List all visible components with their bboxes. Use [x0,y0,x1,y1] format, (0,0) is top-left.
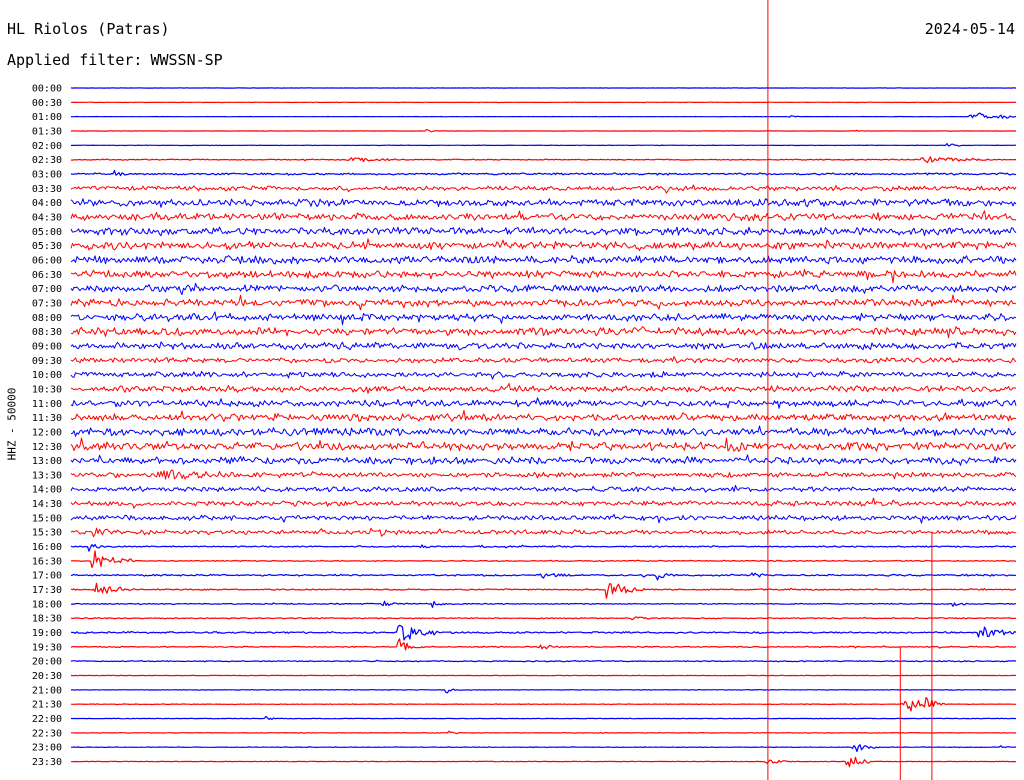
trace-0700 [70,282,1017,296]
time-label: 21:00 [32,685,62,696]
time-label: 13:30 [32,470,62,481]
trace-1830 [70,616,1017,621]
trace-1930 [70,638,1017,651]
time-label: 11:00 [32,399,62,410]
trace-0930 [70,356,1017,364]
time-label: 00:30 [32,98,62,109]
trace-1900 [70,624,1017,641]
trace-2230 [71,730,1017,735]
trace-0200 [71,143,1016,147]
trace-0730 [70,294,1017,311]
time-label: 22:30 [32,728,62,739]
time-label: 15:30 [32,528,62,539]
time-label: 17:00 [32,571,62,582]
time-label: 20:00 [32,657,62,668]
trace-0530 [70,238,1017,251]
time-label: 07:30 [32,298,62,309]
trace-1630 [70,550,1016,569]
time-label: 19:30 [32,642,62,653]
time-label: 04:00 [32,198,62,209]
trace-0900 [70,341,1017,351]
time-label: 04:30 [32,213,62,224]
trace-1400 [70,484,1017,493]
trace-0300 [70,169,1017,177]
time-label: 05:00 [32,227,62,238]
trace-1000 [70,371,1017,380]
trace-2100 [70,688,1016,694]
time-label: 23:00 [32,743,62,754]
trace-2300 [70,744,1016,753]
trace-1800 [70,600,1017,609]
trace-1130 [70,409,1017,422]
time-label: 17:30 [32,585,62,596]
time-label: 18:30 [32,614,62,625]
time-label: 14:30 [32,499,62,510]
trace-1330 [70,469,1017,480]
time-label: 06:00 [32,256,62,267]
trace-0100 [70,112,1017,119]
time-label: 08:30 [32,327,62,338]
time-label: 01:30 [32,127,62,138]
time-label: 15:00 [32,513,62,524]
trace-0630 [70,268,1017,284]
trace-2130 [70,696,1016,712]
trace-1200 [70,425,1017,437]
time-label: 11:30 [32,413,62,424]
time-label: 10:00 [32,370,62,381]
time-label: 09:30 [32,356,62,367]
helicorder-plot: 00:00 00:30 01:00 01:30 02:00 02:30 03:00 03:30… [32,0,1017,780]
time-label: 06:30 [32,270,62,281]
trace-1730 [70,582,1017,599]
time-label: 21:30 [32,700,62,711]
time-label: 14:00 [32,485,62,496]
trace-1530 [70,527,1017,538]
trace-2330 [70,756,1017,768]
trace-1230 [70,437,1017,452]
time-label: 07:00 [32,284,62,295]
time-label: 00:00 [32,84,62,95]
time-label: 10:30 [32,384,62,395]
time-label: 08:00 [32,313,62,324]
time-label: 12:30 [32,442,62,453]
time-label: 03:30 [32,184,62,195]
trace-1700 [70,572,1017,581]
trace-1030 [70,383,1017,394]
trace-2030 [70,674,1017,677]
trace-0130 [70,128,1017,133]
time-label: 05:30 [32,241,62,252]
time-label: 22:00 [32,714,62,725]
time-label: 23:30 [32,757,62,768]
time-label: 01:00 [32,112,62,123]
time-label: 18:00 [32,599,62,610]
trace-1100 [70,397,1017,409]
trace-1500 [70,513,1017,524]
trace-1430 [70,497,1017,509]
trace-0830 [70,326,1017,339]
trace-0600 [70,255,1017,265]
trace-2000 [70,659,1017,663]
trace-1600 [70,543,1017,552]
time-label: 02:00 [32,141,62,152]
time-label: 16:30 [32,556,62,567]
trace-1300 [70,454,1017,466]
time-label: 13:00 [32,456,62,467]
time-label: 20:30 [32,671,62,682]
time-label: 02:30 [32,155,62,166]
time-label: 12:00 [32,427,62,438]
time-label: 03:00 [32,170,62,181]
trace-0400 [70,198,1017,208]
time-label: 09:00 [32,341,62,352]
trace-0430 [70,210,1017,222]
trace-0330 [70,184,1017,194]
trace-0800 [70,311,1017,326]
trace-0230 [70,156,1017,164]
time-label: 19:00 [32,628,62,639]
trace-2200 [71,715,1017,721]
trace-0500 [70,226,1017,237]
time-label: 16:00 [32,542,62,553]
